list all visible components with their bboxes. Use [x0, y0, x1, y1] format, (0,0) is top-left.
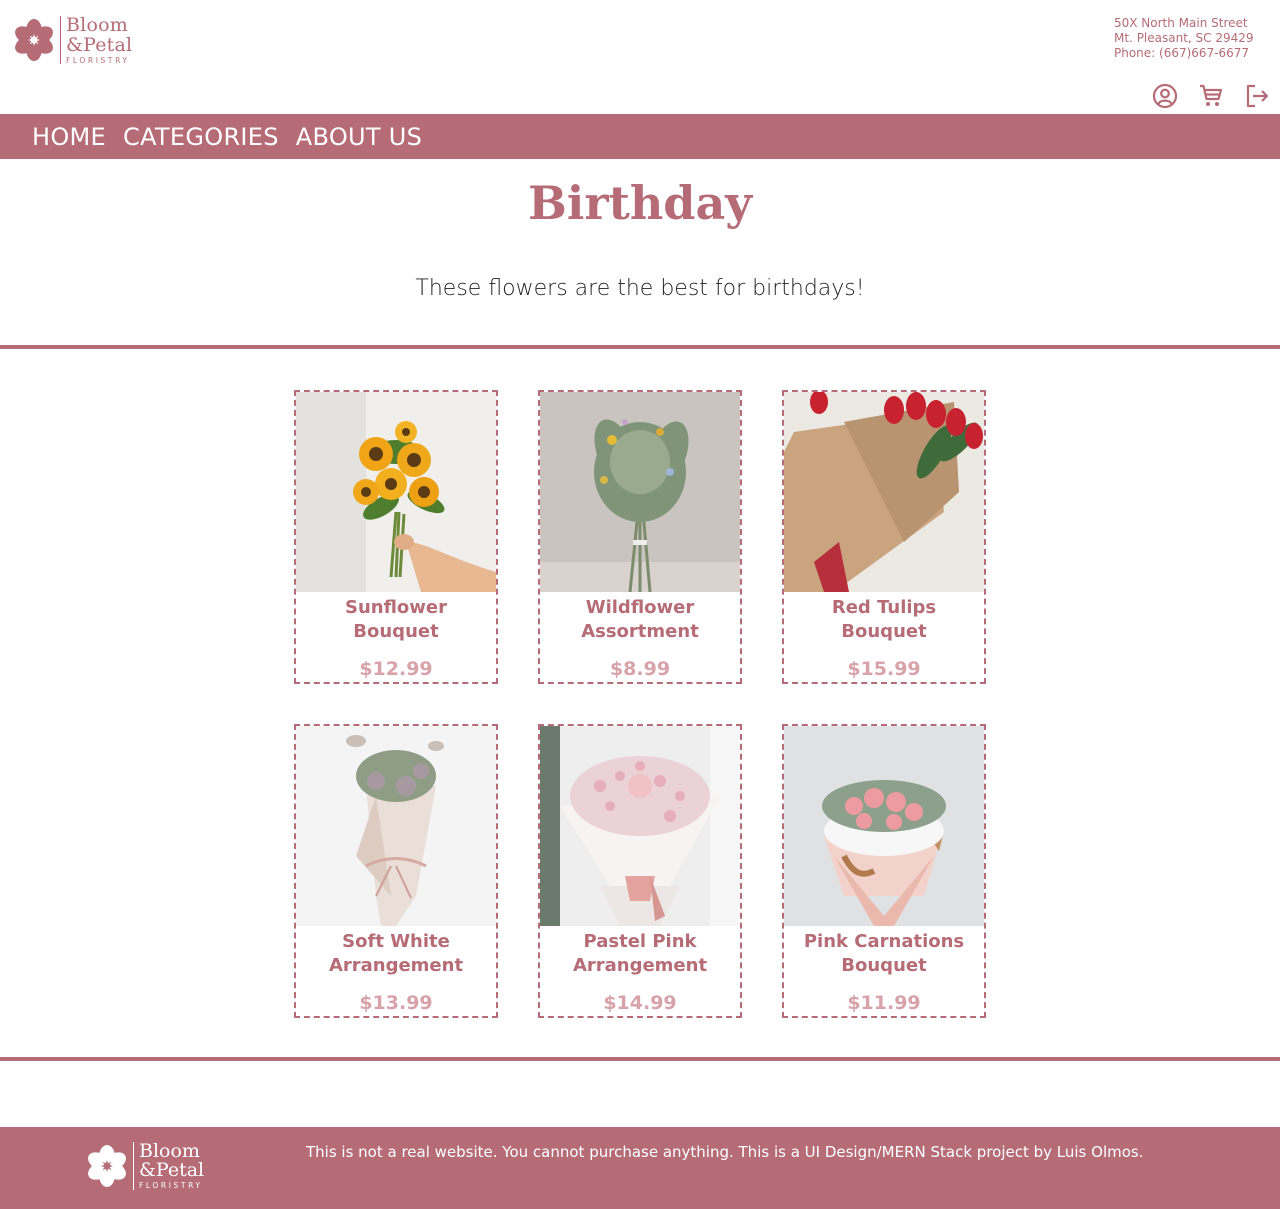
address-city: Mt. Pleasant, SC 29429: [1114, 31, 1254, 45]
product-card[interactable]: Pastel Pink Arrangement $14.99: [538, 724, 742, 1018]
product-grid: Sunflower Bouquet $12.99 Wildflower Asso…: [294, 390, 986, 1018]
product-name: Soft White Arrangement: [328, 931, 464, 976]
brand-line-3: FLORISTRY: [66, 56, 130, 65]
product-price: $13.99: [359, 992, 433, 1014]
product-card[interactable]: Soft White Arrangement $13.99: [294, 724, 498, 1018]
nav-about-us[interactable]: ABOUT US: [296, 123, 422, 151]
product-price: $12.99: [359, 658, 433, 680]
red-tulips-photo: [784, 392, 984, 592]
brand-logo[interactable]: Bloom &Petal FLORISTRY: [14, 16, 132, 65]
product-name: Sunflower Bouquet: [344, 597, 447, 642]
product-card[interactable]: Wildflower Assortment $8.99: [538, 390, 742, 684]
site-footer: Bloom &Petal FLORISTRY This is not a rea…: [0, 1127, 1280, 1209]
product-price: $14.99: [603, 992, 677, 1014]
pastel-pink-arrangement-photo: [540, 726, 740, 926]
cart-button[interactable]: [1188, 81, 1234, 111]
section-divider-top: [0, 345, 1280, 349]
pink-carnations-photo: [784, 726, 984, 926]
address-street: 50X North Main Street: [1114, 16, 1248, 30]
product-price: $8.99: [609, 658, 671, 680]
main-nav: HOME CATEGORIES ABOUT US: [0, 114, 1280, 159]
header-actions: [1142, 81, 1280, 111]
product-price: $11.99: [847, 992, 921, 1014]
wildflower-assortment-photo: [540, 392, 740, 592]
logout-icon: [1246, 84, 1269, 108]
brand-line-2: &Petal: [66, 34, 133, 56]
brand-line-3: FLORISTRY: [139, 1181, 203, 1191]
logout-button[interactable]: [1234, 81, 1280, 111]
product-card[interactable]: Sunflower Bouquet $12.99: [294, 390, 498, 684]
footer-logo[interactable]: Bloom &Petal FLORISTRY: [87, 1142, 204, 1190]
product-card[interactable]: Pink Carnations Bouquet $11.99: [782, 724, 986, 1018]
page-title: Birthday: [528, 176, 752, 230]
product-name: Pink Carnations Bouquet: [803, 931, 965, 976]
logo-divider: [133, 1142, 134, 1190]
page-description: These flowers are the best for birthdays…: [415, 276, 865, 301]
logo-divider: [60, 16, 61, 65]
product-price: $15.99: [847, 658, 921, 680]
section-divider-bottom: [0, 1057, 1280, 1061]
cart-icon: [1200, 84, 1223, 106]
brand-wordmark: Bloom &Petal FLORISTRY: [139, 1142, 204, 1190]
store-address: 50X North Main Street Mt. Pleasant, SC 2…: [1114, 16, 1264, 61]
account-icon: [1152, 83, 1178, 109]
product-name: Pastel Pink Arrangement: [572, 931, 708, 976]
product-name: Red Tulips Bouquet: [831, 597, 937, 642]
site-header: Bloom &Petal FLORISTRY 50X North Main St…: [0, 0, 1280, 114]
nav-categories[interactable]: CATEGORIES: [123, 123, 279, 151]
flower-logo-icon: [88, 1145, 126, 1187]
brand-line-2: &Petal: [139, 1159, 205, 1182]
soft-white-arrangement-photo: [296, 726, 496, 926]
flower-logo-icon: [15, 19, 53, 62]
brand-line-1: Bloom: [66, 14, 128, 36]
address-phone: Phone: (667)667-6677: [1114, 46, 1250, 60]
footer-disclaimer: This is not a real website. You cannot p…: [306, 1143, 1144, 1161]
product-card[interactable]: Red Tulips Bouquet $15.99: [782, 390, 986, 684]
sunflower-bouquet-photo: [296, 392, 496, 592]
account-button[interactable]: [1142, 81, 1188, 111]
product-name: Wildflower Assortment: [581, 597, 699, 642]
brand-wordmark: Bloom &Petal FLORISTRY: [66, 16, 132, 65]
nav-home[interactable]: HOME: [32, 123, 106, 151]
